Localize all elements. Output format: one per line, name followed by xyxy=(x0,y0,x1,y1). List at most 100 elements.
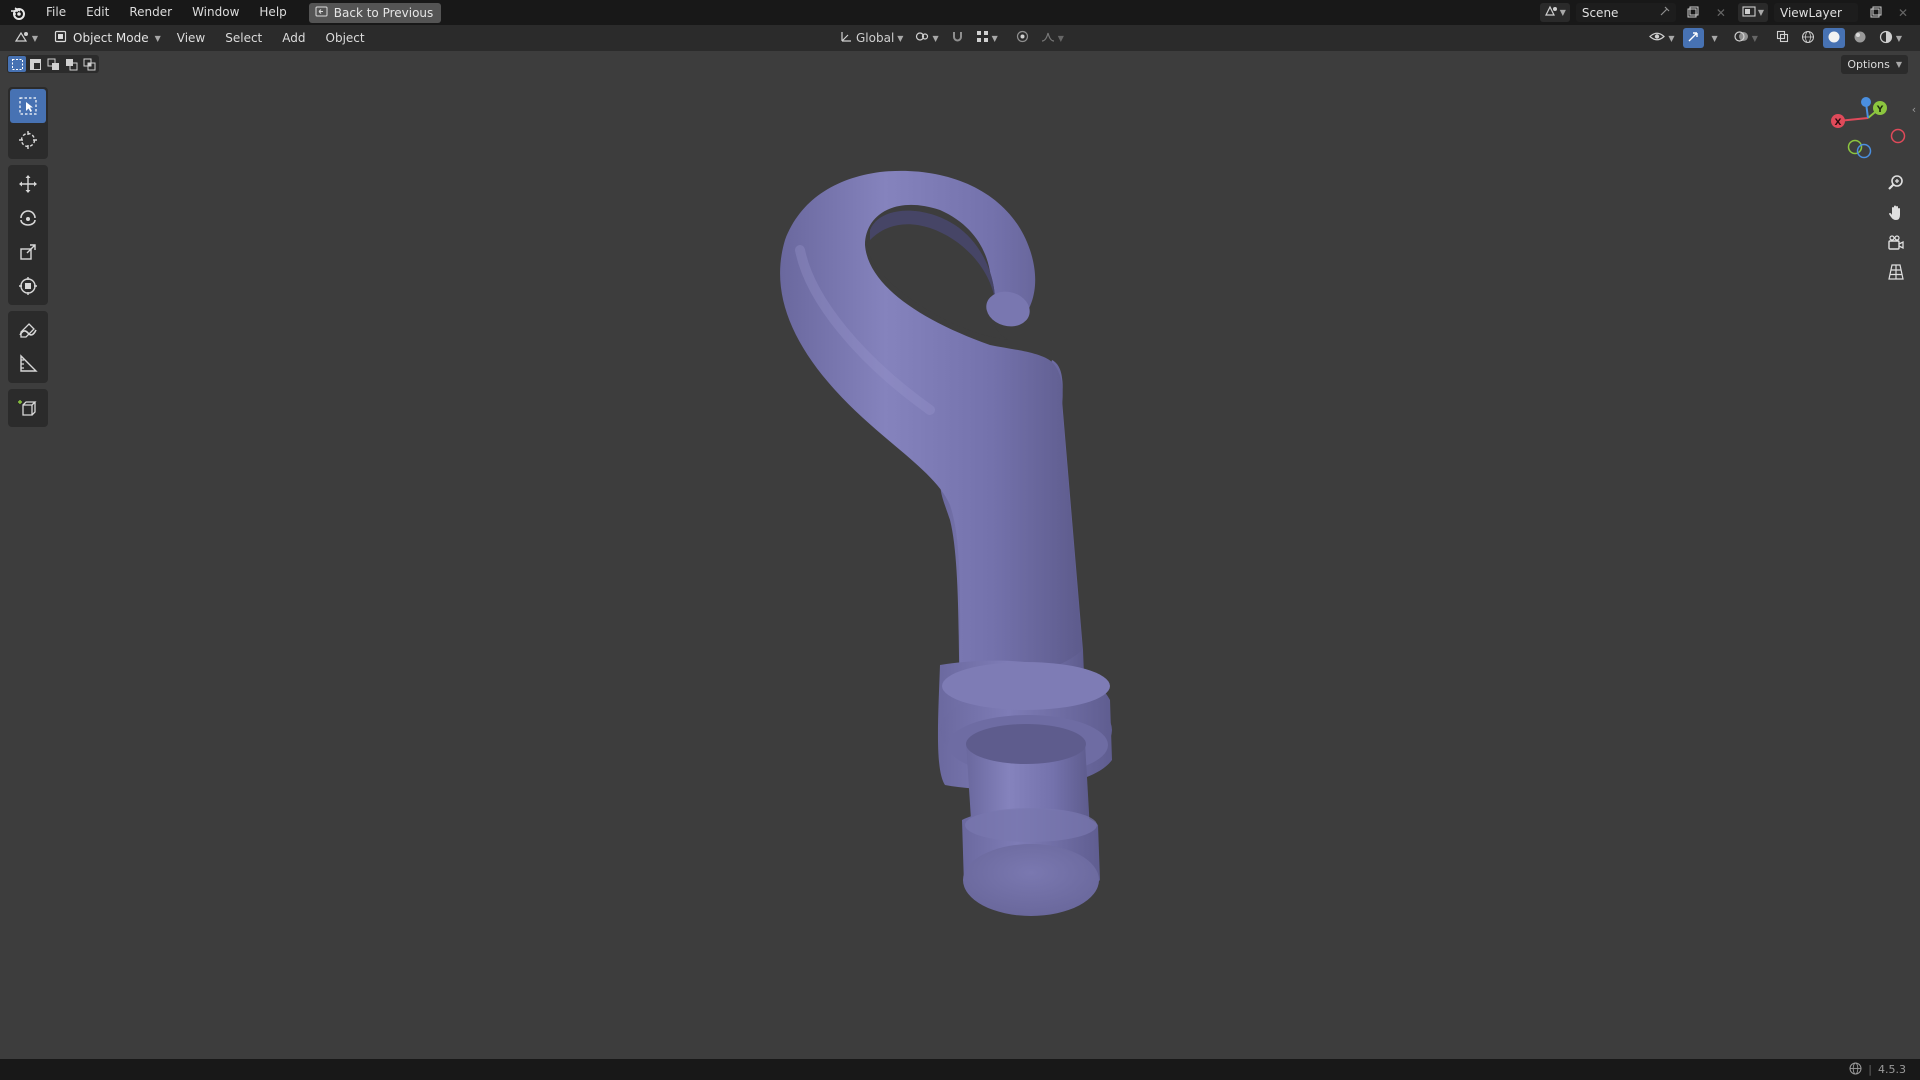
blender-logo-icon[interactable] xyxy=(0,0,36,25)
status-divider: | xyxy=(1868,1063,1872,1076)
shading-wireframe-button[interactable] xyxy=(1797,28,1819,48)
tool-group-transform xyxy=(8,165,48,305)
hook-model[interactable] xyxy=(0,51,1920,1059)
overlays-toggle[interactable]: ▼ xyxy=(1730,28,1762,48)
xray-toggle[interactable] xyxy=(1772,28,1793,48)
select-difference-icon[interactable] xyxy=(62,56,80,72)
snap-grid-icon xyxy=(976,30,989,46)
pivot-point-dropdown[interactable]: ▼ xyxy=(911,28,942,48)
pivot-icon xyxy=(915,30,929,46)
top-menu-bar: File Edit Render Window Help Back to Pre… xyxy=(0,0,1920,25)
select-box-icon[interactable] xyxy=(10,89,46,123)
menu-window[interactable]: Window xyxy=(182,0,249,25)
gizmo-dropdown[interactable]: ▼ xyxy=(1708,28,1722,48)
rotate-icon[interactable] xyxy=(10,201,46,235)
shading-rendered-button[interactable]: ▼ xyxy=(1875,28,1906,48)
solid-sphere-icon xyxy=(1827,30,1841,47)
magnet-icon xyxy=(951,30,964,46)
interaction-mode-label: Object Mode xyxy=(73,31,149,45)
chevron-down-icon: ▼ xyxy=(1751,33,1758,43)
menu-file[interactable]: File xyxy=(36,0,76,25)
menu-object[interactable]: Object xyxy=(316,31,375,45)
menu-select[interactable]: Select xyxy=(215,31,272,45)
gizmo-z-axis[interactable] xyxy=(1861,97,1871,107)
back-to-previous-button[interactable]: Back to Previous xyxy=(308,2,442,23)
delete-viewlayer-icon[interactable]: ✕ xyxy=(1892,3,1914,22)
menu-help[interactable]: Help xyxy=(249,0,296,25)
select-subtract-icon[interactable] xyxy=(44,56,62,72)
new-scene-icon[interactable] xyxy=(1682,3,1704,22)
camera-view-icon[interactable] xyxy=(1884,231,1908,255)
version-label: 4.5.3 xyxy=(1878,1063,1906,1076)
selection-mode-buttons xyxy=(7,55,99,73)
viewlayer-name-field[interactable]: ViewLayer xyxy=(1774,3,1858,22)
measure-icon[interactable] xyxy=(10,347,46,381)
status-bar: | 4.5.3 xyxy=(0,1059,1920,1080)
scene-name-field[interactable]: Scene xyxy=(1575,3,1676,22)
chevron-down-icon: ▼ xyxy=(154,33,161,43)
viewlayer-icon xyxy=(1742,5,1756,20)
menu-view[interactable]: View xyxy=(167,31,215,45)
menu-add[interactable]: Add xyxy=(272,31,315,45)
pan-hand-icon[interactable] xyxy=(1884,201,1908,225)
zoom-icon[interactable] xyxy=(1884,171,1908,195)
workspace-controls: ▼ Scene ✕ ▼ ViewLayer ✕ xyxy=(1539,0,1920,25)
tool-group-select xyxy=(8,87,48,159)
select-intersect-icon[interactable] xyxy=(80,56,98,72)
scene-selector-button[interactable]: ▼ xyxy=(1539,3,1570,22)
viewport-header: ▼ Object Mode ▼ View Select Add Object G… xyxy=(0,25,1920,51)
proportional-falloff-dropdown[interactable]: ▼ xyxy=(1037,28,1068,48)
eye-icon xyxy=(1649,30,1666,46)
chevron-down-icon: ▼ xyxy=(1559,8,1566,17)
transform-orientation-dropdown[interactable]: Global ▼ xyxy=(836,28,907,48)
annotate-icon[interactable] xyxy=(10,313,46,347)
new-viewlayer-icon[interactable] xyxy=(1864,3,1886,22)
transform-icon[interactable] xyxy=(10,269,46,303)
cursor-icon[interactable] xyxy=(10,123,46,157)
scene-name: Scene xyxy=(1581,5,1619,20)
sidebar-toggle-icon[interactable]: ‹ xyxy=(1908,100,1920,118)
transform-controls: Global ▼ ▼ ▼ ▼ xyxy=(836,28,1068,48)
shading-solid-button[interactable] xyxy=(1822,28,1845,48)
move-icon[interactable] xyxy=(10,167,46,201)
visibility-dropdown[interactable]: ▼ xyxy=(1645,28,1678,48)
falloff-curve-icon xyxy=(1041,30,1055,46)
gizmo-x-label: X xyxy=(1835,118,1842,128)
snap-target-dropdown[interactable]: ▼ xyxy=(972,28,1002,48)
material-sphere-icon xyxy=(1853,30,1867,47)
shading-material-button[interactable] xyxy=(1849,28,1871,48)
select-extend-icon[interactable] xyxy=(26,56,44,72)
scene-icon xyxy=(1544,5,1558,20)
options-dropdown[interactable]: Options ▼ xyxy=(1841,55,1908,74)
gizmo-toggle[interactable] xyxy=(1682,28,1704,48)
options-label: Options xyxy=(1847,58,1890,71)
add-cube-icon[interactable] xyxy=(10,391,46,425)
viewport-display-controls: ▼ ▼ ▼ ▼ xyxy=(1645,28,1906,48)
tool-group-add xyxy=(8,389,48,427)
perspective-toggle-icon[interactable] xyxy=(1884,260,1908,284)
overlays-icon xyxy=(1734,30,1749,46)
gizmo-neg-x-axis[interactable] xyxy=(1890,128,1906,144)
editor-type-button[interactable]: ▼ xyxy=(4,28,48,48)
snap-toggle[interactable] xyxy=(947,28,968,48)
transform-orientation-label: Global xyxy=(856,31,895,45)
gizmo-icon xyxy=(1687,30,1700,46)
menu-render[interactable]: Render xyxy=(119,0,182,25)
back-icon xyxy=(315,6,328,20)
rendered-sphere-icon xyxy=(1879,30,1893,47)
proportional-edit-toggle[interactable] xyxy=(1012,28,1033,48)
viewlayer-selector-button[interactable]: ▼ xyxy=(1737,3,1768,22)
tool-group-annotate xyxy=(8,311,48,383)
3d-viewport[interactable] xyxy=(0,51,1920,1059)
scale-icon[interactable] xyxy=(10,235,46,269)
proportional-edit-icon xyxy=(1016,30,1029,46)
menu-edit[interactable]: Edit xyxy=(76,0,119,25)
select-new-icon[interactable] xyxy=(8,56,26,72)
pin-icon[interactable] xyxy=(1659,6,1670,20)
chevron-down-icon: ▼ xyxy=(1057,33,1064,43)
tool-shelf xyxy=(8,87,48,433)
chevron-down-icon: ▼ xyxy=(932,33,939,43)
delete-scene-icon[interactable]: ✕ xyxy=(1710,3,1732,22)
navigation-gizmo[interactable]: Y X xyxy=(1816,93,1906,173)
interaction-mode-dropdown[interactable]: Object Mode ▼ xyxy=(48,28,167,48)
